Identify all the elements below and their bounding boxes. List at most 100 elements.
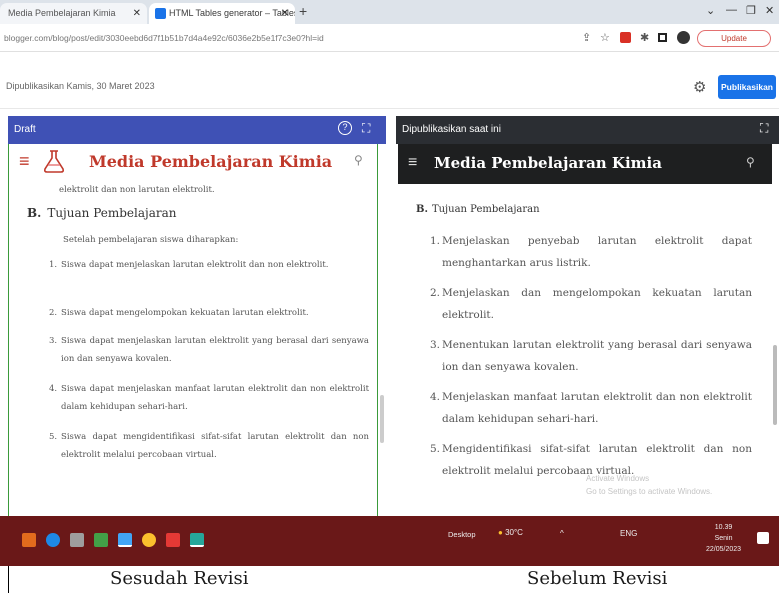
- sidebar-icon[interactable]: [658, 33, 667, 42]
- desktop-label[interactable]: Desktop: [448, 530, 476, 539]
- weather-sun-icon: ●: [498, 528, 503, 537]
- site-header: ≡ Media Pembelajaran Kimia ⚲: [9, 144, 377, 180]
- search-icon[interactable]: ⚲: [746, 155, 755, 169]
- list-item: 4. Menjelaskan manfaat larutan elektroli…: [430, 386, 752, 430]
- item-number: 1.: [430, 235, 441, 247]
- published-panel: Dipublikasikan saat ini ⛶ ≡ Media Pembel…: [396, 116, 779, 516]
- list-item: 1. Menjelaskan penyebab larutan elektrol…: [430, 230, 752, 274]
- address-bar-row: blogger.com/blog/post/edit/3030eebd6d7f1…: [0, 24, 779, 52]
- flask-logo-icon: [43, 150, 65, 173]
- publish-button[interactable]: Publikasikan: [718, 75, 776, 99]
- caption-after-revision: Sesudah Revisi: [110, 568, 249, 589]
- edge-browser-icon[interactable]: [46, 533, 60, 547]
- search-icon[interactable]: ⚲: [354, 153, 363, 167]
- tab-label: HTML Tables generator – Tables: [169, 8, 295, 18]
- scrollbar-thumb[interactable]: [380, 395, 384, 443]
- item-number: 5.: [49, 432, 58, 442]
- update-button[interactable]: Update: [697, 30, 771, 47]
- list-item: 1. Siswa dapat menjelaskan larutan elekt…: [49, 256, 369, 274]
- section-intro: Setelah pembelajaran siswa diharapkan:: [63, 235, 239, 245]
- excel-icon[interactable]: [94, 533, 108, 547]
- hamburger-menu-icon[interactable]: ≡: [408, 154, 417, 172]
- published-label: Dipublikasikan saat ini: [402, 124, 501, 135]
- item-number: 4.: [49, 384, 58, 394]
- tab-media-pembelajaran[interactable]: Media Pembelajaran Kimia ✕: [0, 3, 147, 24]
- published-date: Dipublikasikan Kamis, 30 Maret 2023: [6, 81, 155, 91]
- calculator-icon[interactable]: [70, 533, 84, 547]
- divider: [8, 566, 9, 593]
- item-number: 2.: [49, 308, 58, 318]
- url-field[interactable]: blogger.com/blog/post/edit/3030eebd6d7f1…: [4, 30, 564, 46]
- clock-time: 10.39: [714, 524, 733, 531]
- table-icon: [155, 8, 166, 19]
- item-number: 5.: [430, 443, 441, 455]
- item-number: 3.: [49, 336, 58, 346]
- minimize-icon[interactable]: —: [726, 4, 737, 16]
- info-icon[interactable]: ?: [338, 121, 352, 135]
- watermark-title: Activate Windows: [586, 474, 650, 483]
- item-number: 4.: [430, 391, 441, 403]
- watermark-subtitle: Go to Settings to activate Windows.: [586, 487, 713, 496]
- draft-label: Draft: [14, 124, 36, 135]
- draft-preview-frame: ≡ Media Pembelajaran Kimia ⚲ elektrolit …: [8, 144, 378, 516]
- item-text: Siswa dapat mengelompokan kekuatan larut…: [61, 308, 309, 318]
- hamburger-menu-icon[interactable]: ≡: [19, 151, 30, 172]
- section-title: Tujuan Pembelajaran: [431, 204, 540, 215]
- gear-icon[interactable]: ⚙: [693, 78, 706, 96]
- item-number: 1.: [49, 260, 58, 270]
- scrollbar-thumb[interactable]: [773, 345, 777, 425]
- tab-label: Media Pembelajaran Kimia: [8, 8, 116, 18]
- close-tab-icon[interactable]: ✕: [281, 3, 289, 24]
- share-icon[interactable]: ⇪: [582, 31, 591, 44]
- app-icon[interactable]: [166, 533, 180, 547]
- extension-icon[interactable]: [620, 32, 631, 43]
- clock[interactable]: 10.39 Senin 22/05/2023: [706, 522, 741, 555]
- divider: [0, 108, 779, 109]
- list-item: 4. Siswa dapat menjelaskan manfaat larut…: [49, 380, 369, 416]
- extensions-puzzle-icon[interactable]: ✱: [640, 31, 649, 44]
- item-number: 2.: [430, 287, 441, 299]
- file-explorer-icon[interactable]: [118, 533, 132, 547]
- section-heading: B. Tujuan Pembelajaran: [416, 204, 540, 215]
- app-icon[interactable]: [190, 533, 204, 547]
- caption-row: Sesudah Revisi Sebelum Revisi: [0, 566, 779, 593]
- section-heading: B. Tujuan Pembelajaran: [27, 206, 177, 220]
- clock-day: Senin: [714, 535, 733, 542]
- office-icon[interactable]: [22, 533, 36, 547]
- item-text: Menjelaskan dan mengelompokan kekuatan l…: [442, 287, 752, 321]
- content-text: elektrolit dan non larutan elektrolit.: [59, 185, 215, 195]
- profile-avatar[interactable]: [677, 31, 690, 44]
- item-text: Menjelaskan manfaat larutan elektrolit d…: [442, 391, 752, 425]
- tray-chevron-icon[interactable]: ^: [560, 529, 564, 538]
- notification-icon[interactable]: [757, 532, 769, 544]
- expand-icon[interactable]: ⛶: [760, 121, 768, 136]
- weather-widget[interactable]: ● 30°C: [498, 528, 523, 537]
- tab-html-tables[interactable]: HTML Tables generator – Tables ✕: [149, 3, 295, 24]
- caption-before-revision: Sebelum Revisi: [527, 568, 668, 589]
- chrome-browser-icon[interactable]: [142, 533, 156, 547]
- section-letter: B.: [416, 204, 428, 215]
- tab-search-icon[interactable]: ⌄: [706, 4, 715, 17]
- bookmark-star-icon[interactable]: ☆: [600, 31, 610, 44]
- browser-tab-bar: Media Pembelajaran Kimia ✕ HTML Tables g…: [0, 0, 779, 24]
- list-item: 2. Menjelaskan dan mengelompokan kekuata…: [430, 282, 752, 326]
- editor-header: Dipublikasikan Kamis, 30 Maret 2023 ⚙ Pu…: [0, 52, 779, 108]
- language-indicator[interactable]: ENG: [620, 529, 637, 538]
- activate-windows-watermark: Activate Windows Go to Settings to activ…: [586, 472, 712, 498]
- close-tab-icon[interactable]: ✕: [133, 3, 141, 24]
- site-title: Media Pembelajaran Kimia: [89, 152, 333, 171]
- list-item: 3. Siswa dapat menjelaskan larutan elekt…: [49, 332, 369, 368]
- published-bar: Dipublikasikan saat ini ⛶: [396, 116, 779, 144]
- clock-date: 22/05/2023: [706, 546, 742, 553]
- draft-bar: Draft ? ⛶: [8, 116, 386, 144]
- item-number: 3.: [430, 339, 441, 351]
- section-letter: B.: [27, 206, 42, 220]
- list-item: 5. Siswa dapat mengidentifikasi sifat-si…: [49, 428, 369, 464]
- close-window-icon[interactable]: ✕: [765, 4, 774, 17]
- new-tab-icon[interactable]: +: [299, 3, 307, 19]
- item-text: Siswa dapat menjelaskan larutan elektrol…: [61, 260, 329, 270]
- windows-taskbar: Desktop ● 30°C ^ ENG 10.39 Senin 22/05/2…: [0, 516, 779, 566]
- maximize-icon[interactable]: ❐: [746, 4, 756, 17]
- item-text: Siswa dapat menjelaskan larutan elektrol…: [61, 336, 369, 364]
- expand-icon[interactable]: ⛶: [362, 121, 370, 136]
